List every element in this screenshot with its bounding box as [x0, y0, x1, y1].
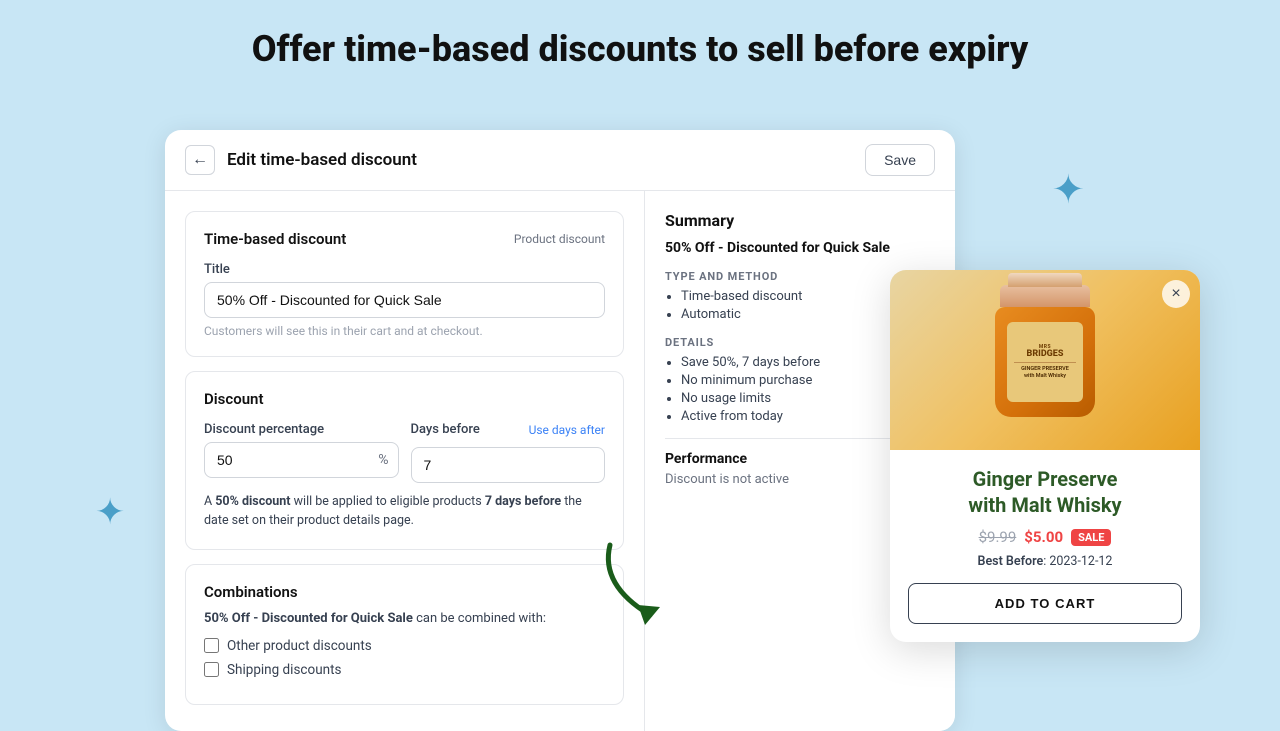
jar-label: MRS BRIDGES GINGER PRESERVEwith Malt Whi… — [1007, 322, 1083, 402]
days-header: Days before Use days after — [411, 422, 606, 437]
days-input[interactable] — [411, 447, 606, 483]
sale-badge: SALE — [1071, 529, 1111, 546]
original-price: $9.99 — [979, 528, 1017, 546]
other-product-discounts-label: Other product discounts — [227, 638, 372, 654]
card-header: Time-based discount Product discount — [204, 230, 605, 248]
summary-name: 50% Off - Discounted for Quick Sale — [665, 240, 935, 256]
jar-illustration: MRS BRIDGES GINGER PRESERVEwith Malt Whi… — [985, 285, 1105, 435]
percentage-input-wrap: % — [204, 442, 399, 478]
main-window: ← Edit time-based discount Save Time-bas… — [165, 130, 955, 731]
title-field-label: Title — [204, 262, 605, 277]
discount-bold-1: 50% discount — [215, 494, 290, 509]
combo-description: 50% Off - Discounted for Quick Sale can … — [204, 611, 605, 626]
star-decoration-2: ✦ — [95, 494, 125, 530]
product-name: Ginger Preservewith Malt Whisky — [908, 466, 1182, 518]
combinations-title: Combinations — [204, 583, 605, 601]
jar-body: MRS BRIDGES GINGER PRESERVEwith Malt Whi… — [995, 307, 1095, 417]
back-button[interactable]: ← — [185, 145, 215, 175]
title-hint: Customers will see this in their cart an… — [204, 324, 605, 338]
days-group: Days before Use days after — [411, 422, 606, 483]
jar-lid — [1000, 285, 1090, 307]
price-row: $9.99 $5.00 SALE — [908, 528, 1182, 546]
shipping-discounts-row: Shipping discounts — [204, 662, 605, 678]
discount-row: Discount percentage % Days before Use da… — [204, 422, 605, 483]
top-bar-left: ← Edit time-based discount — [185, 145, 417, 175]
percentage-group: Discount percentage % — [204, 422, 399, 483]
best-before-value: 2023-12-12 — [1049, 554, 1112, 569]
discount-card: Discount Discount percentage % Days befo… — [185, 371, 624, 550]
shipping-discounts-checkbox[interactable] — [204, 662, 219, 677]
time-based-card: Time-based discount Product discount Tit… — [185, 211, 624, 357]
shipping-discounts-label: Shipping discounts — [227, 662, 341, 678]
left-panel: Time-based discount Product discount Tit… — [165, 191, 645, 731]
use-days-after-link[interactable]: Use days after — [529, 423, 605, 437]
summary-title: Summary — [665, 211, 935, 230]
card-title: Time-based discount — [204, 230, 346, 248]
title-input[interactable] — [204, 282, 605, 318]
popup-close-button[interactable]: × — [1162, 280, 1190, 308]
percentage-input[interactable] — [204, 442, 399, 478]
top-bar: ← Edit time-based discount Save — [165, 130, 955, 191]
sale-price: $5.00 — [1024, 528, 1063, 546]
days-label: Days before — [411, 422, 480, 437]
arrow-decoration — [590, 535, 690, 625]
other-product-discounts-row: Other product discounts — [204, 638, 605, 654]
star-decoration-1: ✦ — [1051, 170, 1085, 210]
combo-name: 50% Off - Discounted for Quick Sale — [204, 611, 413, 626]
discount-bold-2: 7 days before — [485, 494, 561, 509]
popup-image-area: MRS BRIDGES GINGER PRESERVEwith Malt Whi… — [890, 270, 1200, 450]
product-popup: × MRS BRIDGES GINGER PRESERVEwith Malt W… — [890, 270, 1200, 642]
window-title: Edit time-based discount — [227, 150, 417, 170]
other-product-discounts-checkbox[interactable] — [204, 638, 219, 653]
best-before: Best Before: 2023-12-12 — [908, 554, 1182, 569]
page-heading: Offer time-based discounts to sell befor… — [0, 0, 1280, 70]
add-to-cart-button[interactable]: ADD TO CART — [908, 583, 1182, 624]
combinations-card: Combinations 50% Off - Discounted for Qu… — [185, 564, 624, 705]
percentage-suffix: % — [378, 452, 388, 468]
best-before-label: Best Before — [978, 554, 1044, 569]
discount-card-title: Discount — [204, 390, 605, 408]
content-area: Time-based discount Product discount Tit… — [165, 191, 955, 731]
back-icon: ← — [192, 151, 208, 169]
discount-description: A 50% discount will be applied to eligib… — [204, 493, 605, 531]
save-button[interactable]: Save — [865, 144, 935, 176]
percentage-label: Discount percentage — [204, 422, 399, 437]
popup-content: Ginger Preservewith Malt Whisky $9.99 $5… — [890, 450, 1200, 642]
card-badge: Product discount — [514, 232, 605, 246]
